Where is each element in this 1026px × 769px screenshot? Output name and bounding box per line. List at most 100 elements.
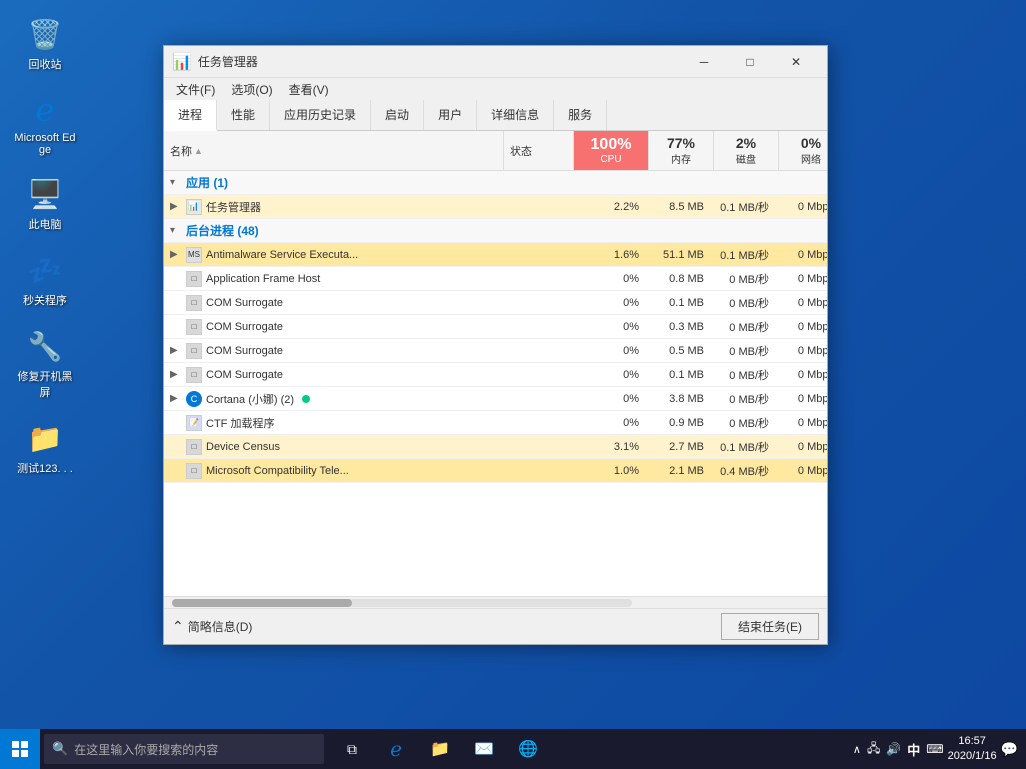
chevron-up-icon: ⌃ <box>172 618 184 635</box>
maximize-button[interactable]: □ <box>727 46 773 78</box>
cortana-status-dot <box>302 395 310 403</box>
col-cpu[interactable]: 100% CPU <box>574 131 649 170</box>
desktop-icon-recycle[interactable]: 🗑️ 回收站 <box>10 10 80 76</box>
process-icon: □ <box>186 295 202 311</box>
table-row[interactable]: ▶ 📊 任务管理器 2.2% 8.5 MB 0.1 MB/秒 0 Mbps <box>164 195 827 219</box>
process-icon: □ <box>186 367 202 383</box>
tab-startup[interactable]: 启动 <box>371 100 424 130</box>
explorer-taskbar-button[interactable]: 📁 <box>420 729 460 769</box>
mail-taskbar-button[interactable]: ✉️ <box>464 729 504 769</box>
table-row[interactable]: □ COM Surrogate 0% 0.3 MB 0 MB/秒 0 Mbps <box>164 315 827 339</box>
menu-options[interactable]: 选项(O) <box>223 79 280 100</box>
process-icon: □ <box>186 439 202 455</box>
col-disk[interactable]: 2% 磁盘 <box>714 131 779 170</box>
folder-icon: 📁 <box>25 418 65 458</box>
process-icon: □ <box>186 271 202 287</box>
taskbar-right: ∧ 🖧 🔊 中 ⌨ 16:57 2020/1/16 💬 <box>853 734 1026 765</box>
bottom-bar: ⌃ 简略信息(D) 结束任务(E) <box>164 608 827 644</box>
input-method-icon[interactable]: 中 <box>907 740 920 759</box>
tab-users[interactable]: 用户 <box>424 100 477 130</box>
menu-file[interactable]: 文件(F) <box>168 79 223 100</box>
table-row[interactable]: □ Device Census 3.1% 2.7 MB 0.1 MB/秒 0 M… <box>164 435 827 459</box>
desktop-icon-pc[interactable]: 🖥️ 此电脑 <box>10 170 80 236</box>
table-body[interactable]: ▾ 应用 (1) ▶ 📊 任务管理器 <box>164 171 827 596</box>
search-bar[interactable]: 🔍 在这里输入你要搜索的内容 <box>44 734 324 764</box>
process-name: □ COM Surrogate <box>164 317 504 337</box>
taskbar: 🔍 在这里输入你要搜索的内容 ⧉ ℯ 📁 ✉️ 🌐 ∧ 🖧 🔊 中 ⌨ 16:5… <box>0 729 1026 769</box>
summary-label: 简略信息(D) <box>188 618 253 635</box>
col-memory[interactable]: 77% 内存 <box>649 131 714 170</box>
process-name: ▶ MS Antimalware Service Executa... <box>164 245 504 265</box>
menu-view[interactable]: 查看(V) <box>281 79 337 100</box>
section-background[interactable]: ▾ 后台进程 (48) <box>164 219 827 243</box>
edge-taskbar-button[interactable]: ℯ <box>376 729 416 769</box>
edge-label: Microsoft Edge <box>14 132 76 156</box>
table-row[interactable]: □ COM Surrogate 0% 0.1 MB 0 MB/秒 0 Mbps <box>164 291 827 315</box>
cpu-percent: 100% <box>591 136 632 154</box>
process-name: □ Microsoft Compatibility Tele... <box>164 461 504 481</box>
keyboard-icon[interactable]: ⌨ <box>926 742 943 756</box>
desktop-icon-fix[interactable]: 🔧 修复开机黑屏 <box>10 322 80 404</box>
desktop: 🗑️ 回收站 ℯ Microsoft Edge 🖥️ 此电脑 💤 秒关程序 🔧 … <box>0 0 1026 769</box>
process-icon: □ <box>186 463 202 479</box>
column-headers: 名称 ▲ 状态 100% CPU 77% 内存 <box>164 131 827 171</box>
table-row[interactable]: □ Microsoft Compatibility Tele... 1.0% 2… <box>164 459 827 483</box>
expand-icon: ▾ <box>170 225 182 236</box>
table-row[interactable]: ▶ MS Antimalware Service Executa... 1.6%… <box>164 243 827 267</box>
minimize-button[interactable]: ─ <box>681 46 727 78</box>
window-controls: ─ □ ✕ <box>681 46 819 78</box>
fix-label: 修复开机黑屏 <box>14 368 76 400</box>
time-display: 16:57 <box>948 734 997 749</box>
horizontal-scrollbar[interactable] <box>164 596 827 608</box>
table-row[interactable]: □ Application Frame Host 0% 0.8 MB 0 MB/… <box>164 267 827 291</box>
start-button[interactable] <box>0 729 40 769</box>
table-row[interactable]: ▶ □ COM Surrogate 0% 0.1 MB 0 MB/秒 0 Mbp… <box>164 363 827 387</box>
search-placeholder: 在这里输入你要搜索的内容 <box>74 741 218 758</box>
process-name: ▶ C Cortana (小娜) (2) <box>164 389 504 409</box>
summary-button[interactable]: ⌃ 简略信息(D) <box>172 618 252 635</box>
taskbar-center: ⧉ ℯ 📁 ✉️ 🌐 <box>332 729 548 769</box>
tab-details[interactable]: 详细信息 <box>477 100 554 130</box>
tray-chevron[interactable]: ∧ <box>853 743 861 756</box>
process-name: □ Application Frame Host <box>164 269 504 289</box>
network-taskbar-button[interactable]: 🌐 <box>508 729 548 769</box>
col-status[interactable]: 状态 <box>504 131 574 170</box>
clock[interactable]: 16:57 2020/1/16 <box>948 734 997 765</box>
apps-section-label: ▾ 应用 (1) <box>164 172 504 193</box>
fix-icon: 🔧 <box>25 326 65 366</box>
date-display: 2020/1/16 <box>948 749 997 764</box>
tab-processes[interactable]: 进程 <box>164 100 217 131</box>
volume-icon[interactable]: 🔊 <box>886 742 901 756</box>
notification-icon[interactable]: 💬 <box>1001 741 1018 758</box>
process-name: ▶ □ COM Surrogate <box>164 341 504 361</box>
desktop-icon-test[interactable]: 📁 测试123. . . <box>10 414 80 480</box>
table-row[interactable]: ▶ □ COM Surrogate 0% 0.5 MB 0 MB/秒 0 Mbp… <box>164 339 827 363</box>
desktop-icon-edge[interactable]: ℯ Microsoft Edge <box>10 86 80 160</box>
process-icon: □ <box>186 343 202 359</box>
col-network[interactable]: 0% 网络 <box>779 131 827 170</box>
pc-icon: 🖥️ <box>25 174 65 214</box>
section-apps[interactable]: ▾ 应用 (1) <box>164 171 827 195</box>
col-name[interactable]: 名称 ▲ <box>164 131 504 170</box>
titlebar: 📊 任务管理器 ─ □ ✕ <box>164 46 827 78</box>
table-area: 名称 ▲ 状态 100% CPU 77% 内存 <box>164 131 827 608</box>
desktop-icon-sleep[interactable]: 💤 秒关程序 <box>10 246 80 312</box>
pc-label: 此电脑 <box>29 216 62 232</box>
tab-app-history[interactable]: 应用历史记录 <box>270 100 371 130</box>
end-task-button[interactable]: 结束任务(E) <box>721 613 819 640</box>
expand-icon: ▾ <box>170 177 182 188</box>
table-row[interactable]: ▶ C Cortana (小娜) (2) 0% 3.8 MB 0 MB/秒 0 … <box>164 387 827 411</box>
tab-services[interactable]: 服务 <box>554 100 607 130</box>
tab-performance[interactable]: 性能 <box>217 100 270 130</box>
close-button[interactable]: ✕ <box>773 46 819 78</box>
process-name: ▶ □ COM Surrogate <box>164 365 504 385</box>
task-view-button[interactable]: ⧉ <box>332 729 372 769</box>
tab-bar: 进程 性能 应用历史记录 启动 用户 详细信息 服务 <box>164 100 827 131</box>
background-section-label: ▾ 后台进程 (48) <box>164 220 504 241</box>
process-name: ▶ 📊 任务管理器 <box>164 197 504 217</box>
task-manager-window: 📊 任务管理器 ─ □ ✕ 文件(F) 选项(O) 查看(V) 进程 性能 应用… <box>163 45 828 645</box>
network-tray-icon[interactable]: 🖧 <box>867 739 880 760</box>
test-label: 测试123. . . <box>17 460 73 476</box>
window-title: 任务管理器 <box>198 53 681 70</box>
table-row[interactable]: 📝 CTF 加载程序 0% 0.9 MB 0 MB/秒 0 Mbps <box>164 411 827 435</box>
